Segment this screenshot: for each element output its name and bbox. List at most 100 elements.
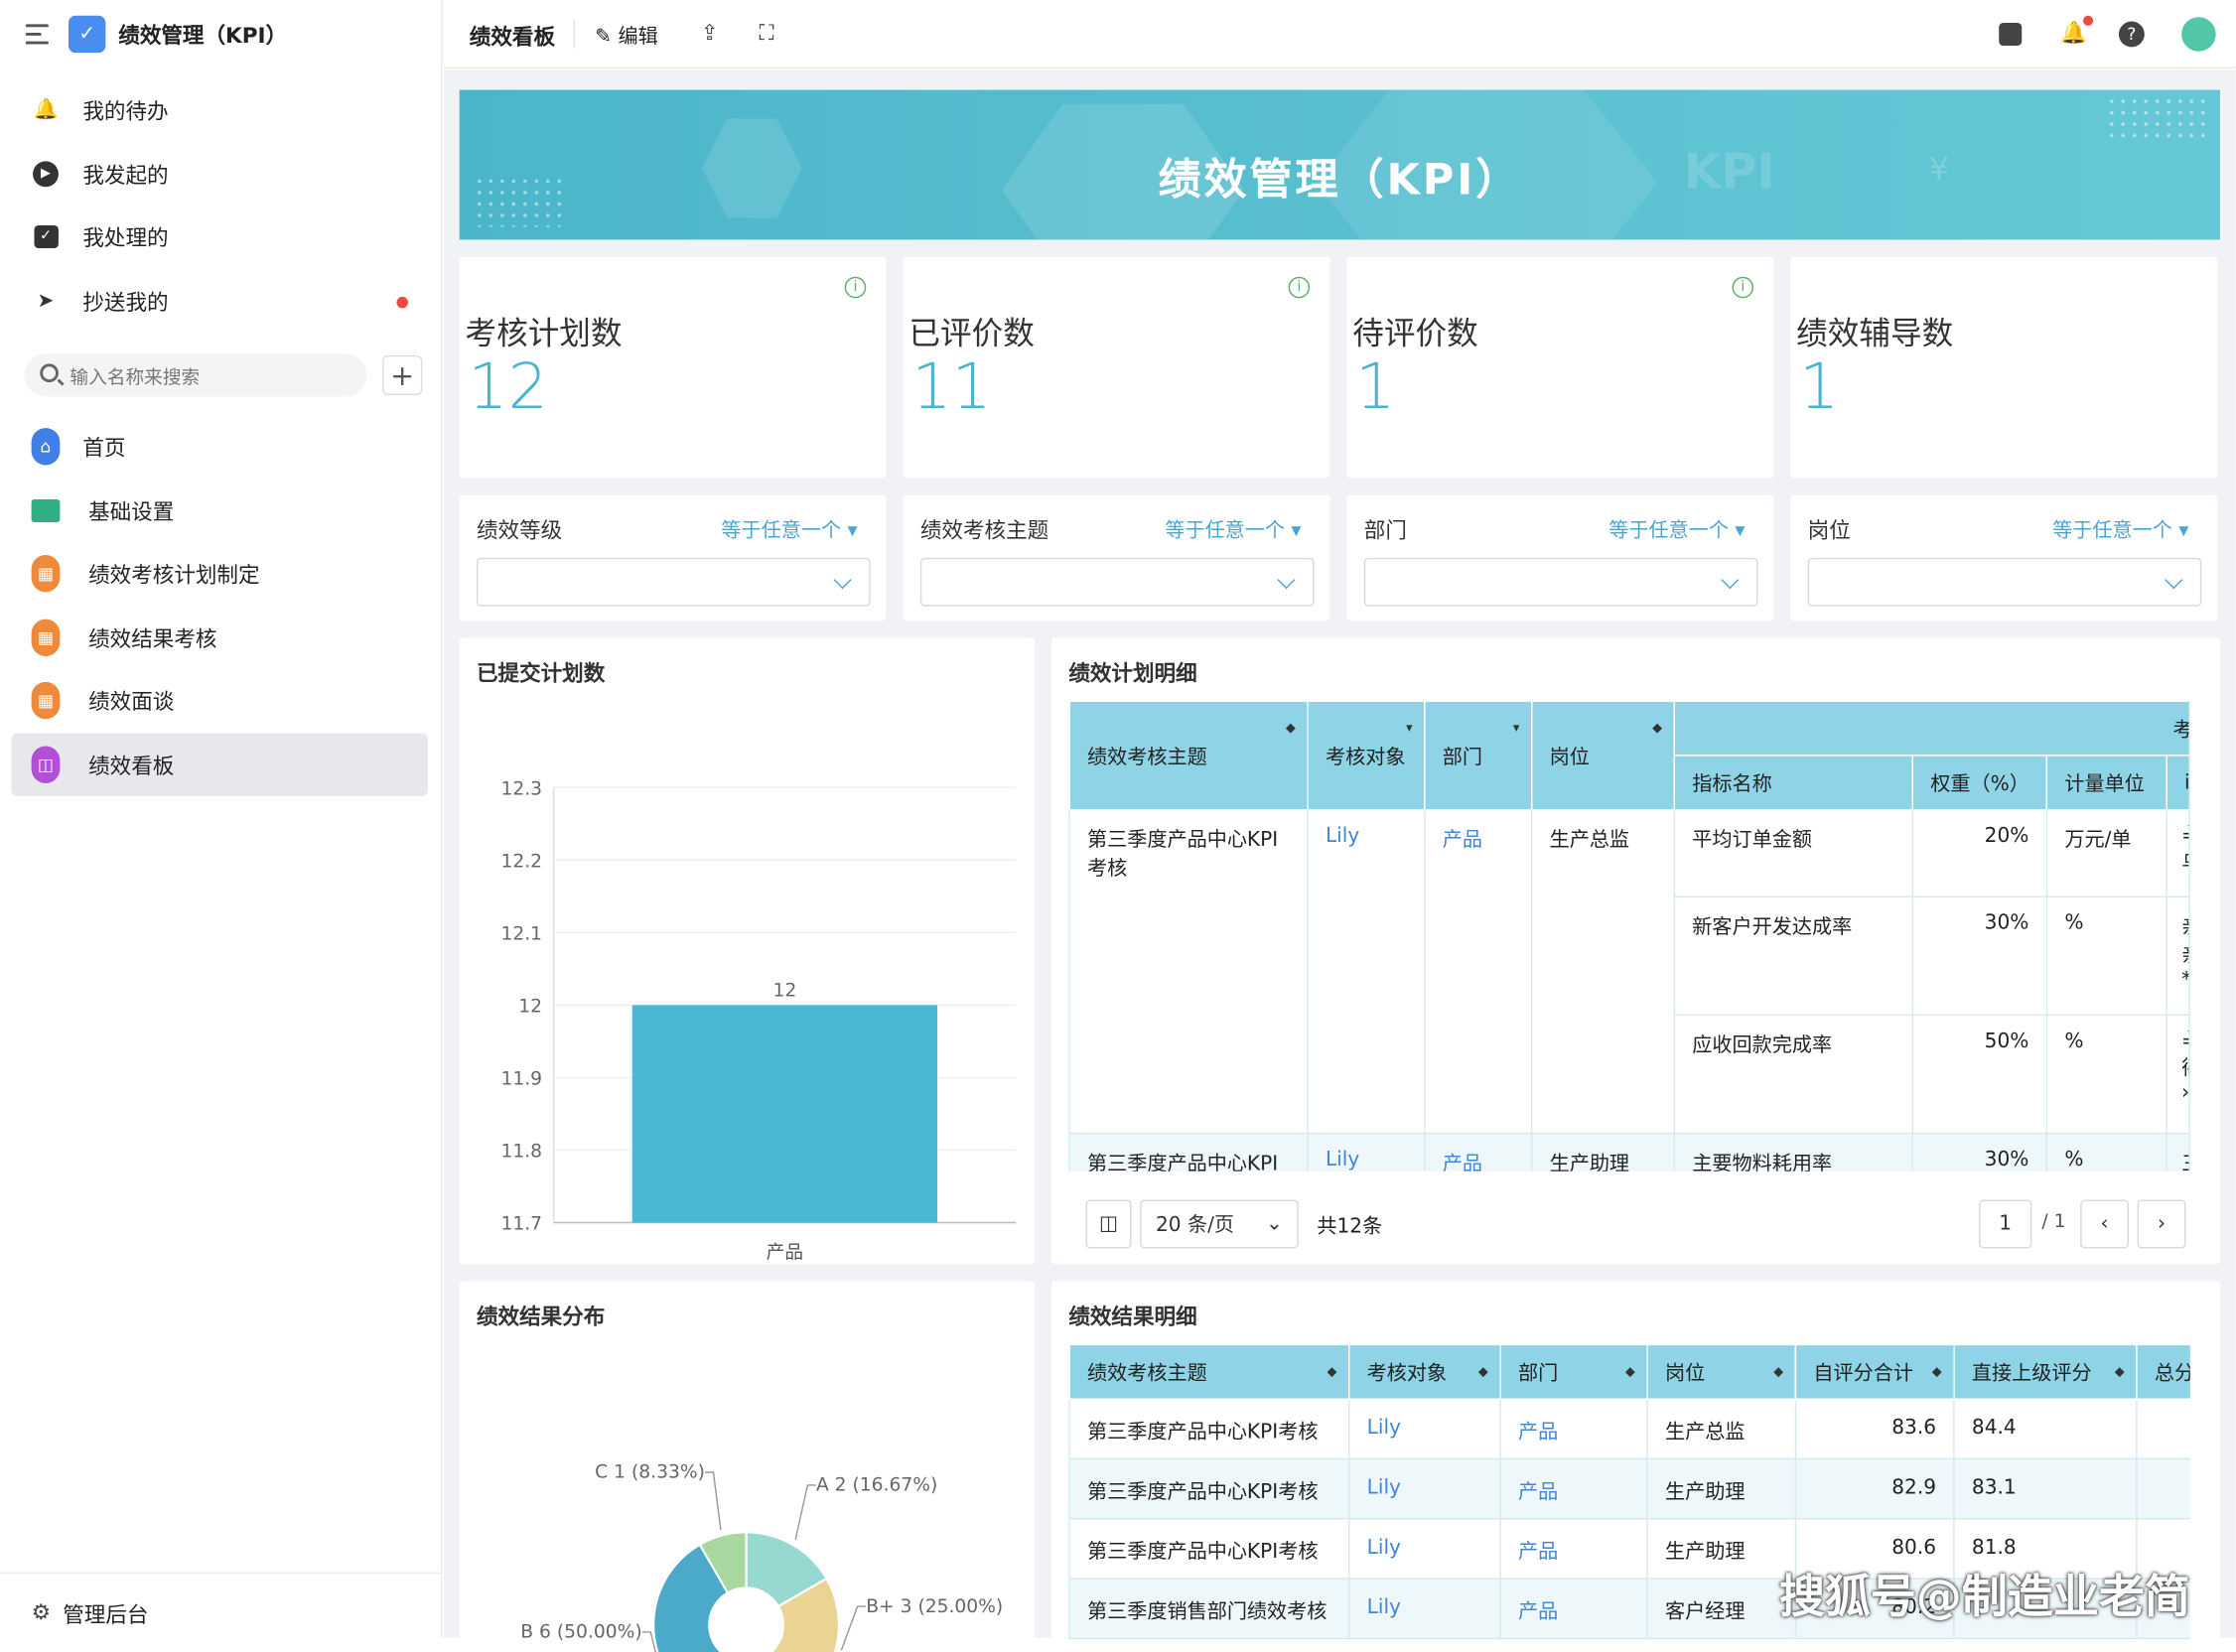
cell-post: 生产总监: [1646, 1398, 1797, 1460]
header-label: 部门: [1517, 1361, 1559, 1385]
sort-icon[interactable]: ◆: [1328, 1365, 1337, 1379]
col-dept[interactable]: 部门 ▾: [1424, 700, 1533, 811]
col-total[interactable]: 总分: [2136, 1343, 2190, 1400]
admin-console-link[interactable]: ⚙ 管理后台: [0, 1572, 443, 1638]
filter-select[interactable]: [919, 557, 1315, 607]
plan-detail-panel: 绩效计划明细 绩效考核主题◆ 考核对象▾ 部门▾ 岗位◆ 考 指标名称 权重（%…: [1051, 637, 2220, 1265]
stat-value: 1: [1799, 350, 1840, 424]
nav-dashboard[interactable]: ◫ 绩效看板: [11, 733, 429, 796]
notebook-icon[interactable]: [1999, 22, 2023, 46]
cell-theme: 第三季度产品中心KPI考核: [1068, 1517, 1350, 1580]
cell-dept-link[interactable]: 产品: [1499, 1517, 1648, 1580]
col-theme[interactable]: 绩效考核主题 ◆: [1068, 700, 1309, 811]
cell-self-score: 83.6: [1794, 1398, 1955, 1460]
avatar[interactable]: [2181, 17, 2216, 52]
col-theme[interactable]: 绩效考核主题 ◆: [1068, 1343, 1350, 1400]
col-self-score[interactable]: 自评分合计 ◆: [1794, 1343, 1955, 1400]
cell-dept-link[interactable]: 产品: [1499, 1457, 1648, 1520]
next-page-button[interactable]: ›: [2137, 1199, 2186, 1249]
sort-icon[interactable]: ▾: [1513, 722, 1520, 736]
page-input[interactable]: 1: [1979, 1199, 2032, 1249]
cell-dept-link[interactable]: 产品: [1499, 1578, 1648, 1640]
filter-operator[interactable]: 等于任意一个 ▾: [1165, 515, 1301, 544]
col-post[interactable]: 岗位 ◆: [1646, 1343, 1797, 1400]
sort-icon[interactable]: ◆: [1286, 722, 1296, 736]
cell-target-link[interactable]: Lily: [1347, 1578, 1501, 1640]
filter-select[interactable]: [476, 557, 871, 607]
inbox-check-icon: ✓: [32, 222, 61, 251]
cell-metric: 应收回款完成率: [1673, 1014, 1914, 1135]
filter-label: 部门: [1363, 517, 1407, 544]
cell-post: 生产助理: [1530, 1132, 1676, 1171]
cell-total: [2136, 1398, 2190, 1460]
share-icon[interactable]: ⇪: [701, 20, 719, 46]
cell-target-link[interactable]: Lily: [1347, 1398, 1501, 1460]
pie-slice-label: B 6 (50.00%): [520, 1622, 641, 1643]
col-manager-score[interactable]: 直接上级评分 ◆: [1953, 1343, 2138, 1400]
pie-label-line: [794, 1484, 816, 1541]
info-icon[interactable]: i: [1288, 276, 1311, 299]
nav-label: 绩效结果考核: [88, 625, 217, 651]
add-button[interactable]: +: [382, 354, 423, 396]
sort-icon[interactable]: ◆: [1625, 1365, 1635, 1379]
column-settings-button[interactable]: ◫: [1085, 1199, 1132, 1249]
nav-home[interactable]: ⌂ 首页: [11, 418, 428, 475]
cell-theme: 第三季度产品中心KPI考核: [1068, 1457, 1350, 1520]
sort-icon[interactable]: ▾: [1406, 722, 1413, 736]
nav-my-todo[interactable]: 🔔 我的待办: [11, 81, 428, 138]
sort-icon[interactable]: ◆: [1932, 1365, 1942, 1379]
cell-target-link[interactable]: Lily: [1347, 1517, 1501, 1580]
sort-icon[interactable]: ◆: [1652, 722, 1662, 736]
filter-select[interactable]: [1363, 557, 1758, 607]
filter-label: 绩效等级: [476, 517, 563, 544]
cell-target-link[interactable]: Lily: [1307, 1132, 1426, 1171]
page-size-select[interactable]: 20 条/页 ⌄: [1140, 1199, 1299, 1249]
stat-card-coaching: 绩效辅导数 1: [1790, 256, 2218, 479]
cell-dept-link[interactable]: 产品: [1424, 808, 1533, 1135]
cell-dept-link[interactable]: 产品: [1499, 1398, 1648, 1460]
sort-icon[interactable]: ◆: [2115, 1365, 2125, 1379]
nav-my-started[interactable]: ▶ 我发起的: [11, 146, 428, 203]
search-placeholder: 输入名称来搜索: [70, 367, 201, 389]
nav-result-review[interactable]: ▦ 绩效结果考核: [11, 610, 428, 666]
nav-interview[interactable]: ▦ 绩效面谈: [11, 672, 428, 729]
edit-button[interactable]: ✎ 编辑: [595, 22, 657, 51]
info-icon[interactable]: i: [844, 276, 867, 299]
dashboard-canvas: KPI ¥ 绩效管理（KPI） i 考核计划数 12 i 已评价数 11 i 待评价数 1 …: [443, 69, 2236, 1652]
divider: [573, 20, 576, 49]
sort-icon[interactable]: ◆: [1773, 1365, 1783, 1379]
filter-operator[interactable]: 等于任意一个 ▾: [1608, 515, 1745, 544]
info-icon[interactable]: i: [1732, 276, 1754, 299]
stat-label: 已评价数: [908, 317, 1035, 352]
y-tick-label: 11.7: [500, 1214, 542, 1235]
notification-bell-icon[interactable]: 🔔: [2060, 15, 2093, 46]
nav-my-handled[interactable]: ✓ 我处理的: [11, 208, 428, 265]
nav-plan-setup[interactable]: ▦ 绩效考核计划制定: [11, 545, 428, 602]
help-icon[interactable]: ?: [2118, 21, 2145, 48]
filter-operator[interactable]: 等于任意一个 ▾: [721, 515, 857, 544]
col-target[interactable]: 考核对象 ◆: [1347, 1343, 1501, 1400]
col-target[interactable]: 考核对象 ▾: [1307, 700, 1426, 811]
cell-theme: 第三季度产品中心KPI考核: [1068, 808, 1309, 1135]
cell-target-link[interactable]: Lily: [1307, 808, 1426, 1135]
menu-toggle-icon[interactable]: [25, 23, 52, 46]
cell-dept-link[interactable]: 产品: [1424, 1132, 1533, 1171]
panel-title: 绩效结果明细: [1068, 1304, 1197, 1330]
nav-label: 抄送我的: [82, 288, 169, 315]
fullscreen-icon[interactable]: ⛶: [759, 20, 773, 46]
plan-table-wrap: 绩效考核主题◆ 考核对象▾ 部门▾ 岗位◆ 考 指标名称 权重（%） 计量单位 …: [1068, 700, 2190, 1171]
filter-label: 绩效考核主题: [919, 517, 1049, 544]
col-post[interactable]: 岗位 ◆: [1530, 700, 1676, 811]
cell-target-link[interactable]: Lily: [1347, 1457, 1501, 1520]
filter-select[interactable]: [1807, 557, 2202, 607]
nav-basic-settings[interactable]: 基础设置: [11, 482, 428, 539]
bar[interactable]: [631, 1005, 937, 1223]
col-dept[interactable]: 部门 ◆: [1499, 1343, 1648, 1400]
sort-icon[interactable]: ◆: [1478, 1365, 1488, 1379]
filter-operator[interactable]: 等于任意一个 ▾: [2052, 515, 2188, 544]
bar-data-label: 12: [772, 981, 796, 1002]
y-tick-label: 11.9: [500, 1069, 542, 1090]
prev-page-button[interactable]: ‹: [2080, 1199, 2130, 1249]
search-input[interactable]: 输入名称来搜索: [24, 353, 367, 397]
nav-cc-me[interactable]: ➤ 抄送我的: [11, 272, 428, 329]
